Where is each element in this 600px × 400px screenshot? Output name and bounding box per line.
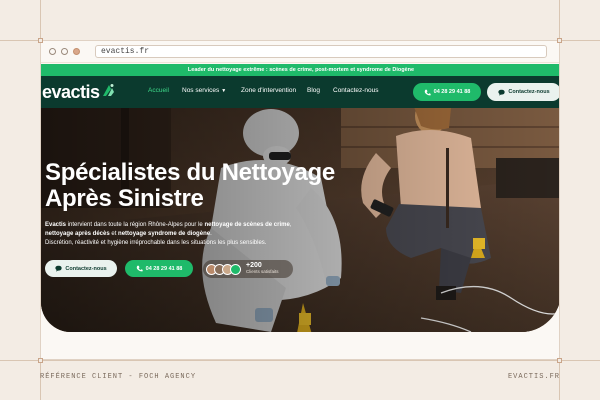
clients-text: +200 Clients satisfaits — [246, 262, 279, 275]
browser-chrome: evactis.fr — [41, 41, 559, 63]
chat-icon — [55, 265, 63, 272]
clients-label: Clients satisfaits — [246, 269, 279, 274]
logo[interactable]: evactis — [42, 82, 115, 103]
hero-title-line2: Après Sinistre — [45, 185, 204, 212]
chevron-down-icon: ▼ — [221, 88, 227, 94]
footer-domain: EVACTIS.FR — [507, 373, 560, 381]
logo-mark-icon — [102, 83, 114, 96]
hero-title: Spécialistes du Nettoyage Après Sinistre — [45, 160, 335, 212]
hero-desc-part2: , — [289, 222, 292, 228]
window-dot-2[interactable] — [61, 48, 68, 55]
nav-item-services-label: Nos services — [182, 87, 220, 94]
hero-contact-label: Contactez-nous — [65, 265, 107, 272]
hero-description: Evactis intervient dans toute la région … — [45, 221, 345, 248]
nav-item-accueil[interactable]: Accueil — [148, 87, 169, 94]
nav-contact-label: Contactez-nous — [508, 89, 550, 95]
hero-desc-part3: et — [109, 231, 119, 237]
chat-icon — [498, 89, 506, 96]
hero-desc-line2: Discrétion, réactivité et hygiène irrépr… — [45, 240, 267, 246]
clients-badge: +200 Clients satisfaits — [203, 260, 293, 278]
hero-background-image — [41, 108, 559, 332]
hero-phone-button[interactable]: 04 28 29 41 88 — [125, 260, 193, 277]
nav-phone-button[interactable]: 04 28 29 41 88 — [413, 83, 481, 101]
nav-phone-label: 04 28 29 41 88 — [433, 89, 471, 95]
phone-icon — [136, 265, 143, 272]
frame-corner — [38, 358, 43, 363]
frame-corner — [557, 358, 562, 363]
hero-desc-bold3: nettoyage syndrome de diogène — [118, 231, 211, 237]
main-nav: evactis Accueil Nos services ▼ Zone d'int… — [41, 76, 559, 108]
hero-desc-part1: intervient dans toute la région Rhône-Al… — [66, 222, 205, 228]
hero-desc-bold2: nettoyage après décès — [45, 231, 110, 237]
hero-phone-label: 04 28 29 41 88 — [145, 265, 183, 272]
hero-desc-part4: . — [210, 231, 212, 237]
hero-title-line1: Spécialistes du Nettoyage — [45, 159, 335, 186]
hero-desc-bold1: nettoyage de scènes de crime — [204, 222, 290, 228]
nav-item-blog[interactable]: Blog — [307, 87, 320, 94]
hero-contact-button[interactable]: Contactez-nous — [45, 260, 117, 277]
avatar-check-icon — [230, 263, 241, 275]
hero-desc-brand: Evactis — [45, 222, 67, 228]
nav-item-zone[interactable]: Zone d'intervention — [241, 87, 296, 94]
announcement-banner: Leader du nettoyage extrême : scènes de … — [41, 64, 559, 76]
nav-item-contact[interactable]: Contactez-nous — [333, 87, 379, 94]
window-dot-3[interactable] — [73, 48, 80, 55]
browser-window: evactis.fr Leader du nettoyage extrême :… — [40, 40, 560, 360]
nav-contact-button[interactable]: Contactez-nous — [487, 83, 559, 101]
nav-item-services[interactable]: Nos services ▼ — [182, 87, 226, 94]
footer-client-reference: RÉFÉRENCE CLIENT - FOCH AGENCY — [40, 373, 197, 381]
frame-line-bottom — [0, 360, 600, 361]
logo-text: evactis — [42, 82, 100, 102]
window-dot-1[interactable] — [49, 48, 56, 55]
frame-corner — [557, 38, 562, 43]
address-bar[interactable]: evactis.fr — [95, 45, 547, 58]
frame-corner — [38, 38, 43, 43]
phone-icon — [424, 89, 431, 95]
hero-section: Spécialistes du Nettoyage Après Sinistre… — [41, 108, 559, 332]
